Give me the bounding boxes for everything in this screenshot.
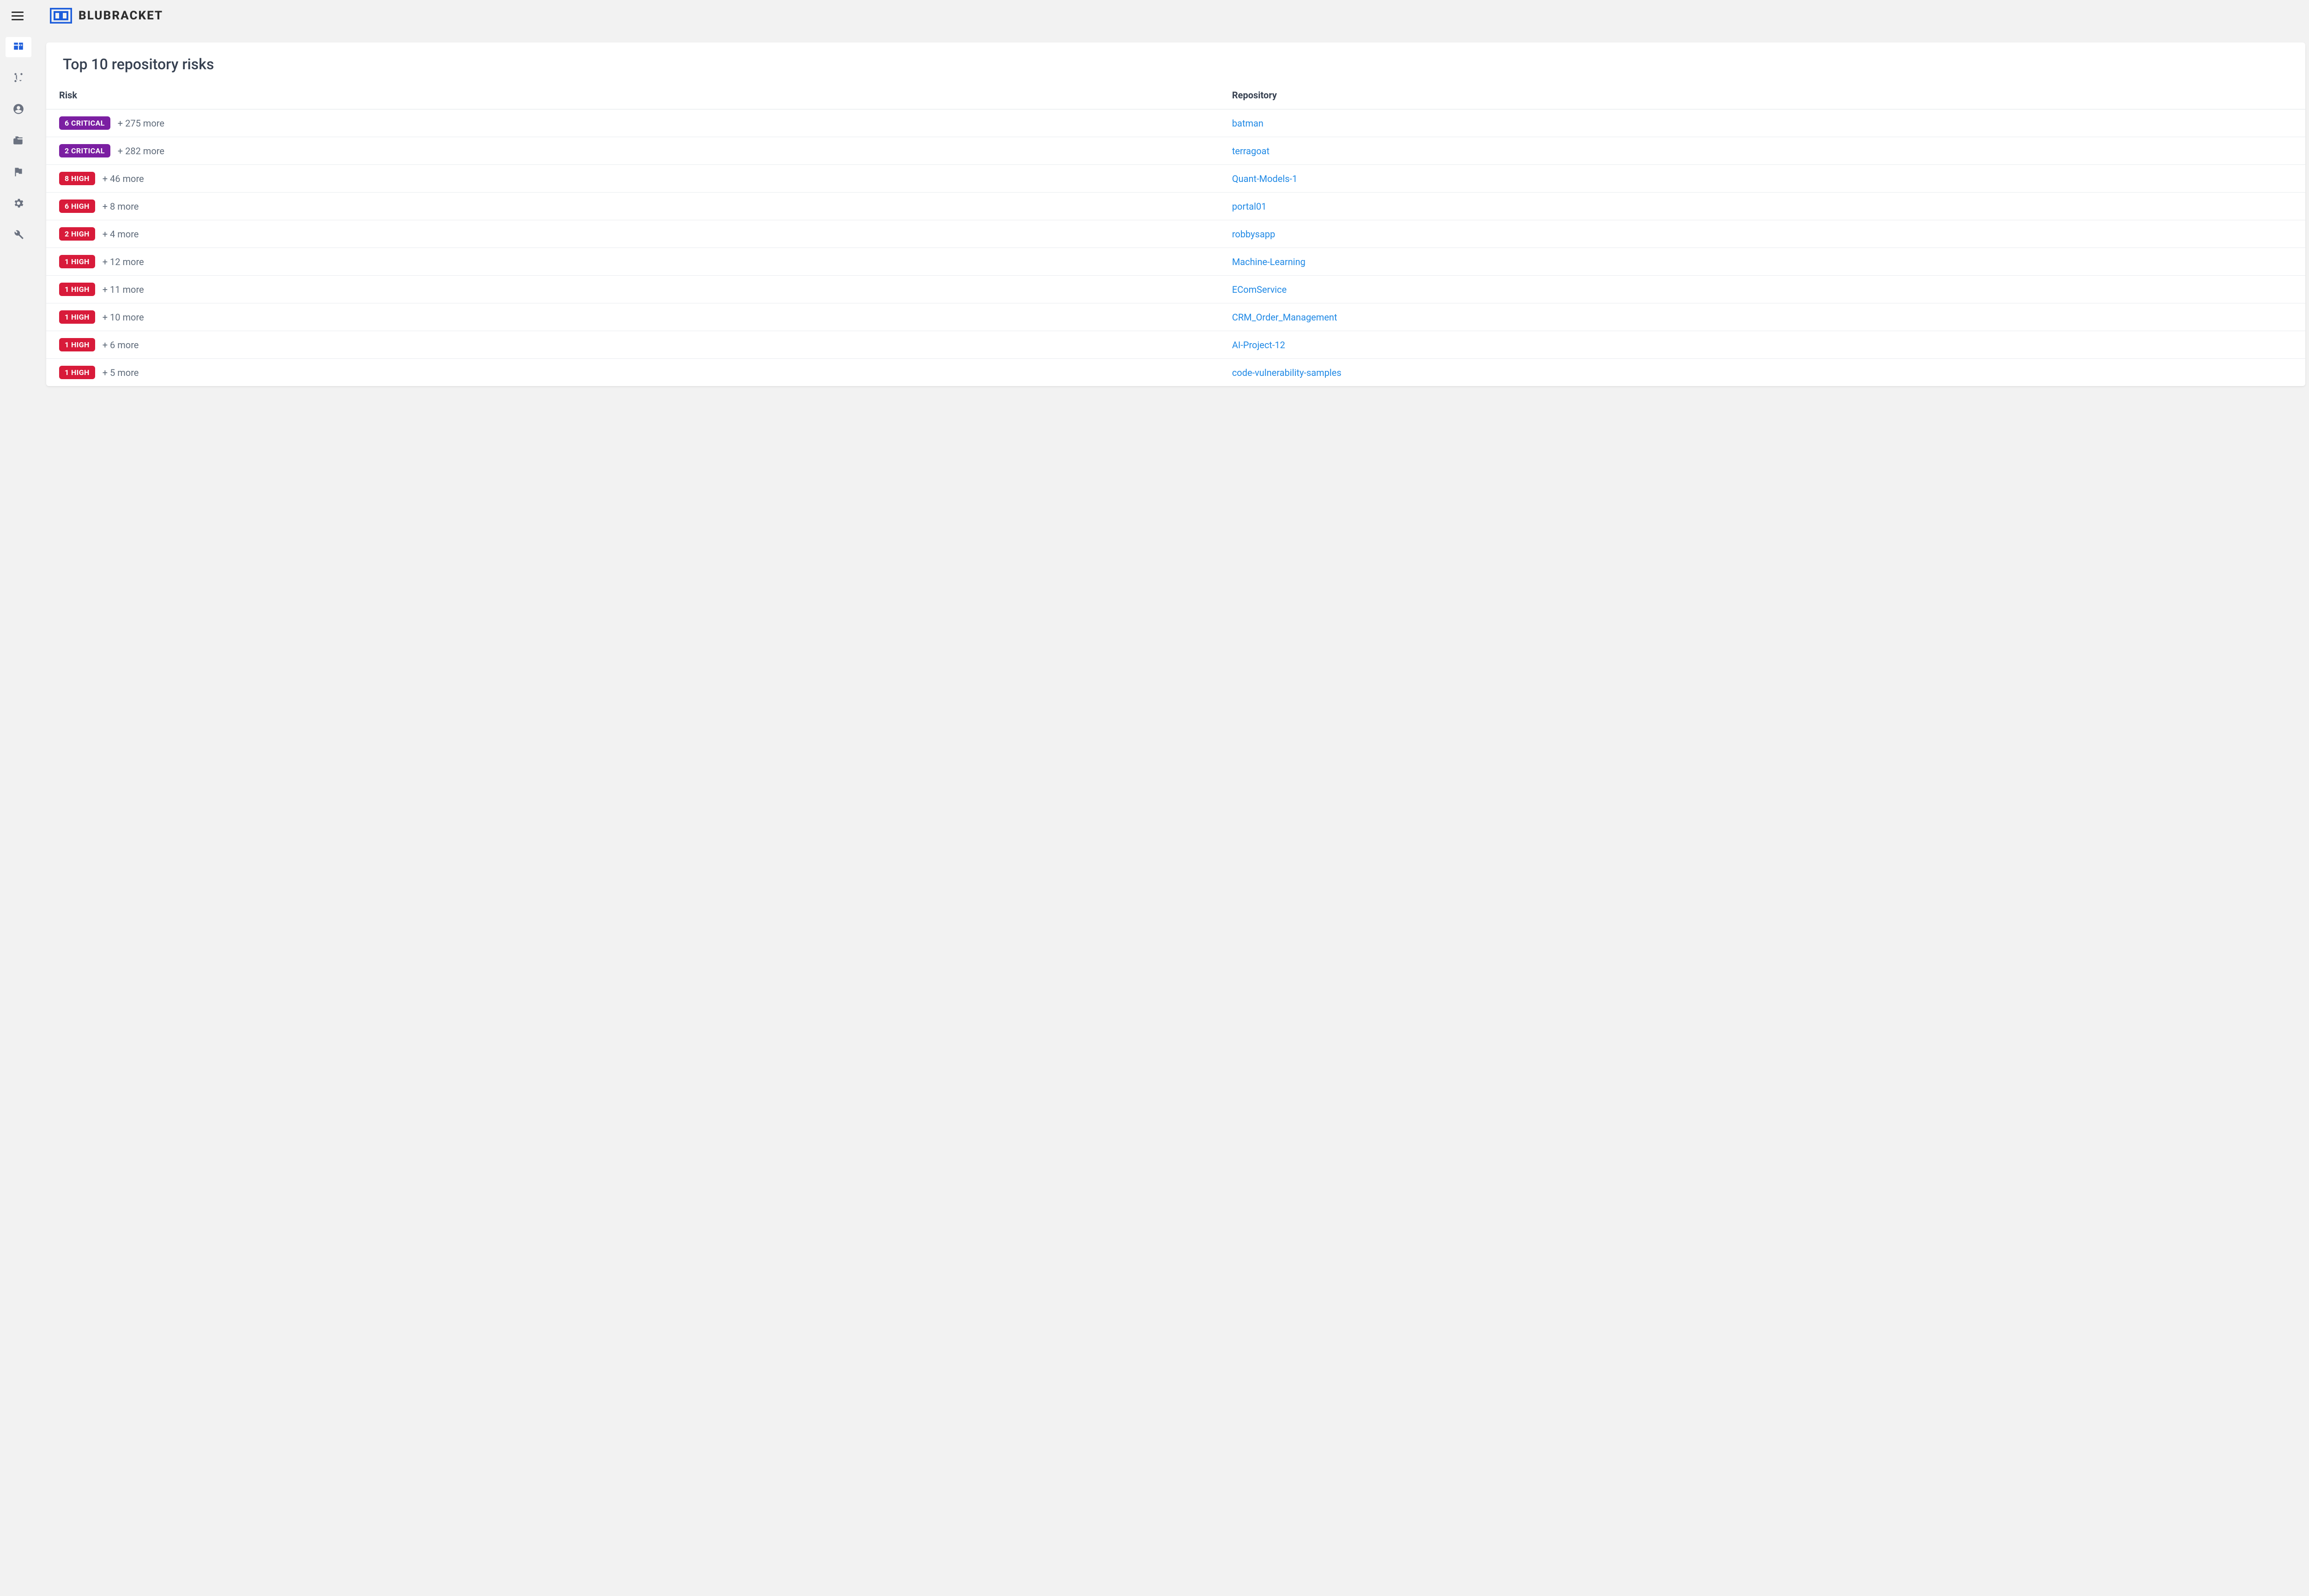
brand-name: BLUBRACKET — [79, 9, 163, 23]
more-count[interactable]: + 11 more — [103, 284, 144, 295]
severity-badge[interactable]: 6 HIGH — [59, 200, 95, 213]
top-risks-card: Top 10 repository risks Risk Repository … — [46, 42, 2305, 386]
risk-cell-content: 2 HIGH + 4 more — [59, 227, 1210, 241]
repository-cell: EComService — [1221, 276, 2305, 303]
severity-badge[interactable]: 1 HIGH — [59, 255, 95, 268]
risk-cell: 2 CRITICAL + 282 more — [46, 137, 1221, 165]
table-row: 6 HIGH + 8 more portal01 — [46, 193, 2305, 220]
severity-badge[interactable]: 1 HIGH — [59, 310, 95, 324]
repository-cell: Machine-Learning — [1221, 248, 2305, 276]
layout: Top 10 repository risks Risk Repository … — [0, 31, 2309, 1596]
table-row: 8 HIGH + 46 more Quant-Models-1 — [46, 165, 2305, 193]
sidebar-item-dashboard[interactable] — [6, 37, 31, 57]
risk-cell: 1 HIGH + 11 more — [46, 276, 1221, 303]
sidebar-item-branches[interactable] — [6, 68, 31, 89]
severity-badge[interactable]: 1 HIGH — [59, 338, 95, 351]
risk-cell-content: 1 HIGH + 6 more — [59, 338, 1210, 351]
risk-cell-content: 6 CRITICAL + 275 more — [59, 116, 1210, 130]
table-row: 1 HIGH + 12 more Machine-Learning — [46, 248, 2305, 276]
flag-icon — [12, 166, 24, 180]
sidebar-item-alerts[interactable] — [6, 163, 31, 183]
risk-cell: 8 HIGH + 46 more — [46, 165, 1221, 193]
repository-cell: Quant-Models-1 — [1221, 165, 2305, 193]
repository-cell: code-vulnerability-samples — [1221, 359, 2305, 387]
repository-cell: terragoat — [1221, 137, 2305, 165]
risk-cell-content: 1 HIGH + 10 more — [59, 310, 1210, 324]
severity-badge[interactable]: 2 CRITICAL — [59, 144, 110, 157]
repository-link[interactable]: Machine-Learning — [1232, 256, 1306, 267]
table-row: 1 HIGH + 10 more CRM_Order_Management — [46, 303, 2305, 331]
risk-cell-content: 2 CRITICAL + 282 more — [59, 144, 1210, 157]
severity-badge[interactable]: 6 CRITICAL — [59, 116, 110, 130]
risk-cell: 1 HIGH + 6 more — [46, 331, 1221, 359]
gear-icon — [12, 197, 24, 211]
repository-link[interactable]: CRM_Order_Management — [1232, 312, 1337, 323]
repository-link[interactable]: EComService — [1232, 284, 1287, 295]
repository-cell: batman — [1221, 109, 2305, 137]
risk-cell: 1 HIGH + 5 more — [46, 359, 1221, 387]
more-count[interactable]: + 46 more — [103, 173, 144, 184]
more-count[interactable]: + 12 more — [103, 256, 144, 267]
sidebar-item-settings[interactable] — [6, 194, 31, 214]
more-count[interactable]: + 8 more — [103, 201, 139, 212]
risks-table: Risk Repository 6 CRITICAL + 275 more batm… — [46, 84, 2305, 386]
risk-cell: 1 HIGH + 12 more — [46, 248, 1221, 276]
menu-button[interactable] — [7, 6, 28, 26]
more-count[interactable]: + 275 more — [118, 118, 164, 129]
col-header-risk[interactable]: Risk — [46, 84, 1221, 109]
sidebar-item-users[interactable] — [6, 100, 31, 120]
more-count[interactable]: + 6 more — [103, 339, 139, 351]
table-row: 2 CRITICAL + 282 more terragoat — [46, 137, 2305, 165]
more-count[interactable]: + 282 more — [118, 145, 164, 157]
sidebar-item-tools[interactable] — [6, 225, 31, 246]
risk-cell-content: 6 HIGH + 8 more — [59, 200, 1210, 213]
repository-cell: portal01 — [1221, 193, 2305, 220]
risk-cell-content: 8 HIGH + 46 more — [59, 172, 1210, 185]
repository-link[interactable]: Quant-Models-1 — [1232, 173, 1297, 184]
repository-link[interactable]: AI-Project-12 — [1232, 339, 1285, 351]
more-count[interactable]: + 5 more — [103, 367, 139, 378]
severity-badge[interactable]: 8 HIGH — [59, 172, 95, 185]
card-title: Top 10 repository risks — [46, 42, 2305, 84]
table-row: 1 HIGH + 11 more EComService — [46, 276, 2305, 303]
user-circle-icon — [12, 103, 24, 117]
risk-cell-content: 1 HIGH + 11 more — [59, 283, 1210, 296]
risk-cell: 6 CRITICAL + 275 more — [46, 109, 1221, 137]
risk-cell-content: 1 HIGH + 5 more — [59, 366, 1210, 379]
main: Top 10 repository risks Risk Repository … — [37, 31, 2309, 1596]
hamburger-icon — [12, 12, 24, 20]
risk-cell: 1 HIGH + 10 more — [46, 303, 1221, 331]
folders-icon — [12, 134, 24, 148]
repository-link[interactable]: batman — [1232, 118, 1263, 129]
severity-badge[interactable]: 1 HIGH — [59, 366, 95, 379]
repository-link[interactable]: robbysapp — [1232, 229, 1275, 240]
table-row: 1 HIGH + 6 more AI-Project-12 — [46, 331, 2305, 359]
severity-badge[interactable]: 2 HIGH — [59, 227, 95, 241]
sidebar — [0, 31, 37, 1596]
git-branch-icon — [12, 72, 24, 85]
repository-link[interactable]: code-vulnerability-samples — [1232, 367, 1342, 378]
table-row: 2 HIGH + 4 more robbysapp — [46, 220, 2305, 248]
repository-link[interactable]: portal01 — [1232, 201, 1267, 212]
risk-cell-content: 1 HIGH + 12 more — [59, 255, 1210, 268]
brand[interactable]: BLUBRACKET — [50, 8, 163, 24]
severity-badge[interactable]: 1 HIGH — [59, 283, 95, 296]
risk-cell: 2 HIGH + 4 more — [46, 220, 1221, 248]
table-row: 1 HIGH + 5 more code-vulnerability-samples — [46, 359, 2305, 387]
table-row: 6 CRITICAL + 275 more batman — [46, 109, 2305, 137]
more-count[interactable]: + 4 more — [103, 229, 139, 240]
topbar: BLUBRACKET — [0, 0, 2309, 31]
repository-cell: CRM_Order_Management — [1221, 303, 2305, 331]
more-count[interactable]: + 10 more — [103, 312, 144, 323]
wrench-icon — [12, 229, 24, 242]
repository-cell: robbysapp — [1221, 220, 2305, 248]
col-header-repository[interactable]: Repository — [1221, 84, 2305, 109]
repository-cell: AI-Project-12 — [1221, 331, 2305, 359]
code-block-icon — [12, 40, 24, 54]
sidebar-item-repositories[interactable] — [6, 131, 31, 151]
risk-cell: 6 HIGH + 8 more — [46, 193, 1221, 220]
brand-logo-icon — [50, 8, 72, 24]
repository-link[interactable]: terragoat — [1232, 145, 1269, 157]
